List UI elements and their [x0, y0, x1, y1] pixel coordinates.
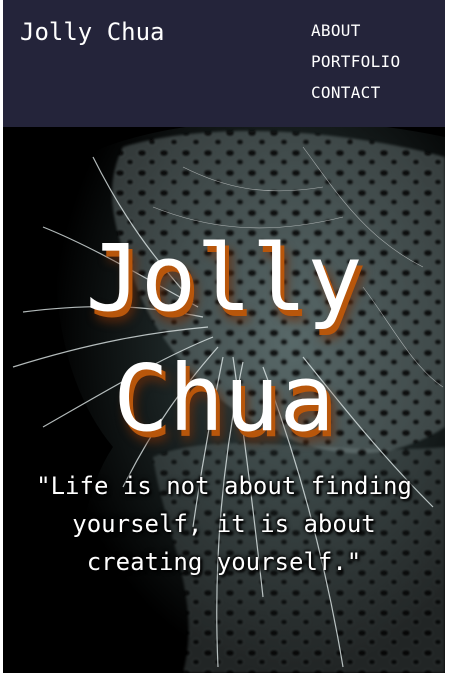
page: Jolly Chua ABOUT PORTFOLIO CONTACT Jolly…	[3, 0, 445, 673]
hero-section: Jolly Chua "Life is not about finding yo…	[3, 127, 445, 673]
hero-title-line2: Chua	[113, 345, 335, 452]
nav-link-portfolio[interactable]: PORTFOLIO	[311, 52, 400, 71]
nav-item-about: ABOUT	[311, 19, 400, 50]
nav-link-about[interactable]: ABOUT	[311, 21, 361, 40]
hero-quote: "Life is not about finding yourself, it …	[36, 472, 412, 576]
hero-title: Jolly Chua	[3, 219, 445, 459]
nav-item-contact: CONTACT	[311, 81, 400, 112]
nav-link-contact[interactable]: CONTACT	[311, 83, 381, 102]
navbar: Jolly Chua ABOUT PORTFOLIO CONTACT	[3, 0, 445, 127]
nav-item-portfolio: PORTFOLIO	[311, 50, 400, 81]
hero-title-line1: Jolly	[85, 225, 363, 332]
nav-menu: ABOUT PORTFOLIO CONTACT	[311, 19, 400, 112]
brand-link[interactable]: Jolly Chua	[20, 18, 165, 46]
